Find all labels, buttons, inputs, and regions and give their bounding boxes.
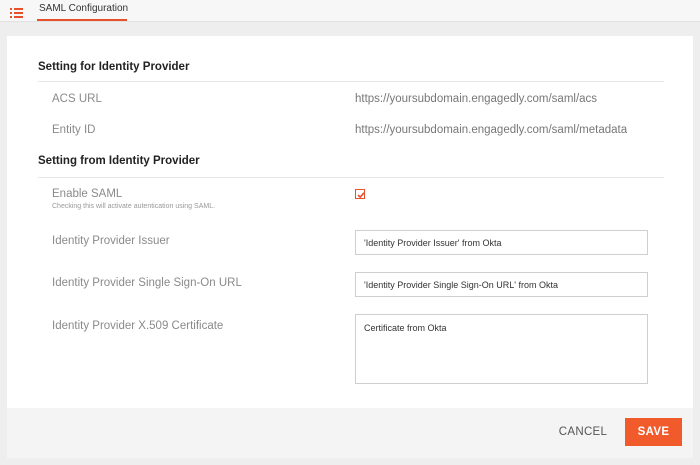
enable-saml-checkbox[interactable] <box>355 189 365 199</box>
sso-url-label: Identity Provider Single Sign-On URL <box>52 277 242 289</box>
certificate-textarea[interactable]: Certificate from Okta <box>355 314 648 384</box>
divider <box>38 81 664 82</box>
entity-id-label: Entity ID <box>52 124 96 136</box>
section-title-for-idp: Setting for Identity Provider <box>38 61 190 73</box>
enable-saml-label: Enable SAML <box>52 188 123 200</box>
sso-url-input[interactable]: 'Identity Provider Single Sign-On URL' f… <box>355 272 648 297</box>
save-button[interactable]: SAVE <box>625 418 682 446</box>
issuer-label: Identity Provider Issuer <box>52 235 170 247</box>
active-tab-indicator <box>37 19 127 21</box>
section-title-from-idp: Setting from Identity Provider <box>38 155 200 167</box>
entity-id-value: https://yoursubdomain.engagedly.com/saml… <box>355 124 628 136</box>
top-bar: SAML Configuration <box>0 0 700 22</box>
cancel-button[interactable]: CANCEL <box>553 418 613 446</box>
certificate-label: Identity Provider X.509 Certificate <box>52 320 224 332</box>
acs-url-value: https://yoursubdomain.engagedly.com/saml… <box>355 93 598 105</box>
enable-saml-hint: Checking this will activate autenticatio… <box>52 203 216 210</box>
acs-url-label: ACS URL <box>52 93 102 105</box>
checkmark-icon <box>357 192 365 199</box>
list-menu-icon[interactable] <box>10 8 23 18</box>
issuer-input[interactable]: 'Identity Provider Issuer' from Okta <box>355 230 648 255</box>
divider <box>38 177 664 178</box>
